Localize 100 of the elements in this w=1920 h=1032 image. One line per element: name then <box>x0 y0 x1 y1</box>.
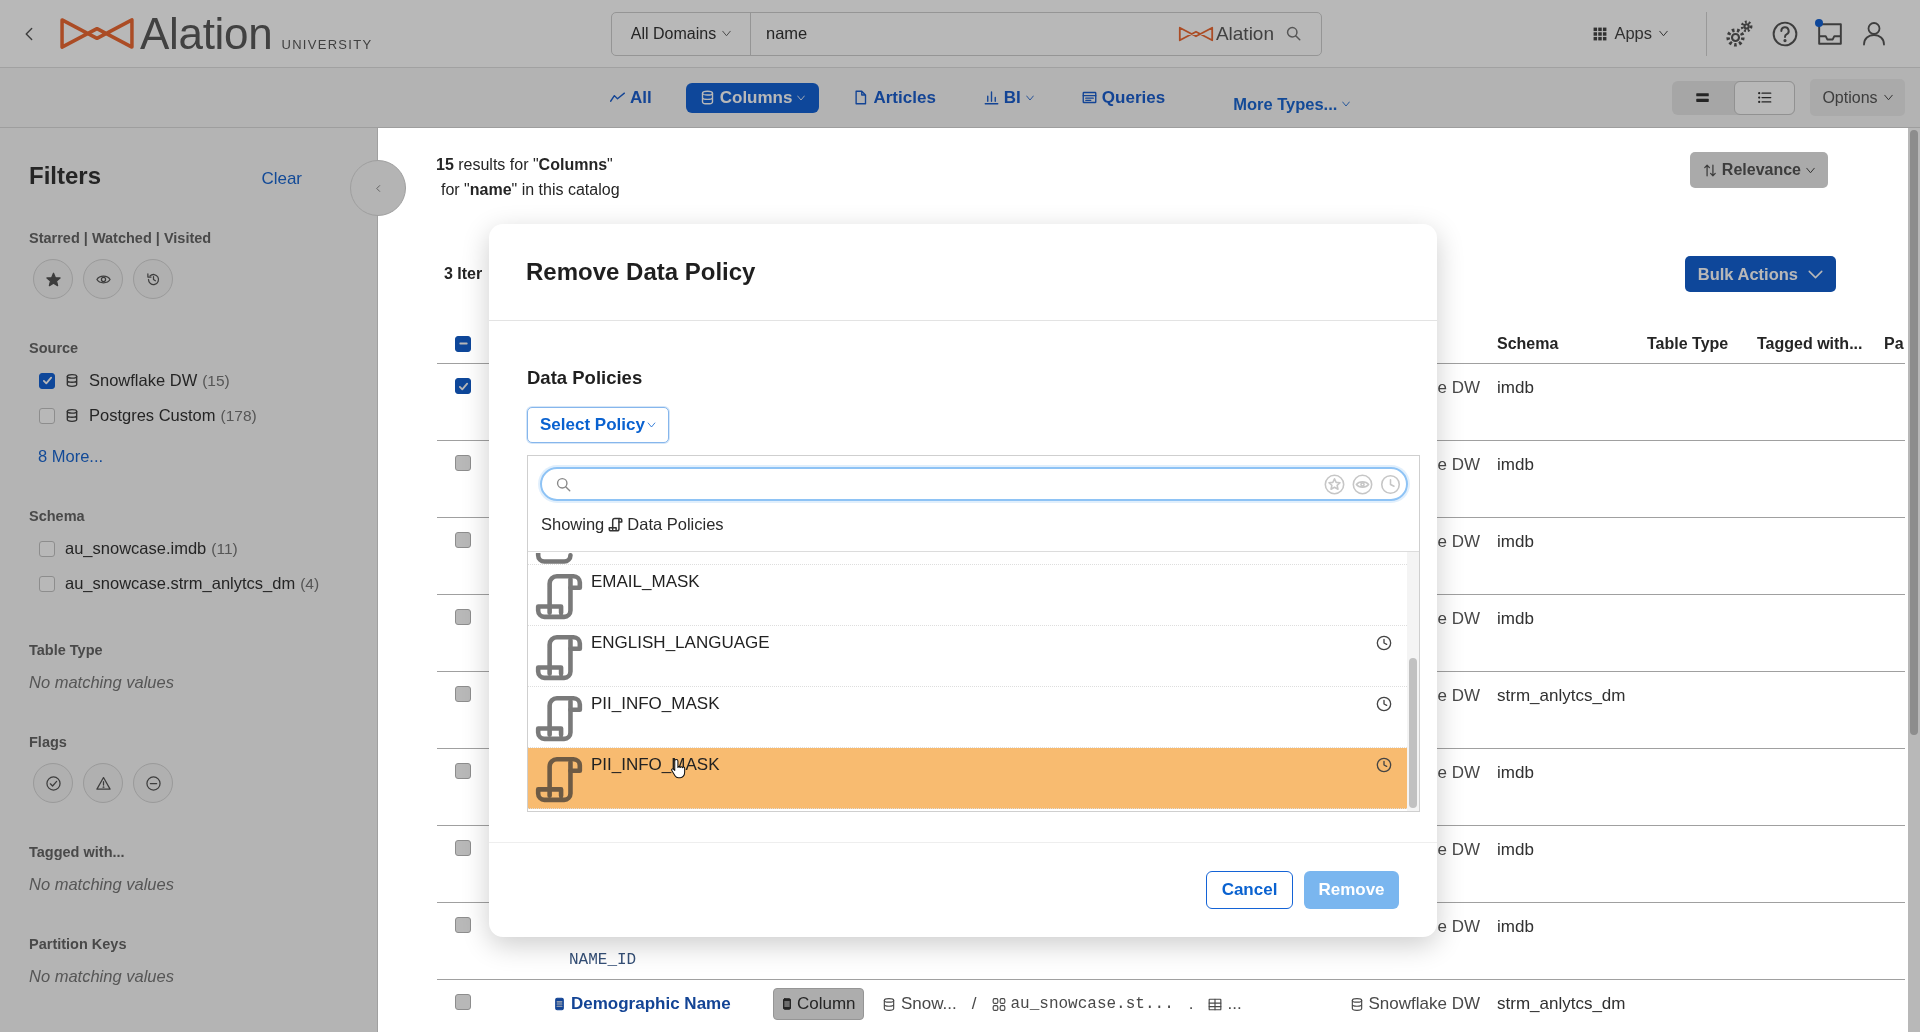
policy-option[interactable]: EMAIL_MASK <box>528 565 1407 626</box>
scroll-icon <box>608 515 624 533</box>
column-icon <box>781 996 793 1012</box>
filter-toggle-button[interactable] <box>33 763 73 803</box>
path-link[interactable]: ... <box>1208 988 1242 1020</box>
eye-icon[interactable] <box>1352 473 1373 495</box>
bar-chart-icon <box>983 90 999 105</box>
select-all-checkbox[interactable] <box>455 335 471 352</box>
filter-toggle-button[interactable] <box>133 259 173 299</box>
logo-mark-icon <box>58 17 136 50</box>
type-tab[interactable]: All <box>596 82 666 113</box>
bulk-actions-button[interactable]: Bulk Actions <box>1684 256 1836 292</box>
options-button[interactable]: Options <box>1810 79 1905 116</box>
row-checkbox[interactable] <box>455 763 471 779</box>
source-cell-text: e DW <box>1437 531 1480 553</box>
type-tab[interactable]: BI <box>969 82 1048 113</box>
checkbox[interactable] <box>39 575 55 592</box>
results-summary: 15 results for "Columns" <box>436 155 614 175</box>
schema-cell-text: strm_anlytcs_dm <box>1497 685 1626 707</box>
filter-option-label[interactable]: Postgres Custom <box>89 406 216 425</box>
inbox-icon[interactable] <box>1817 20 1843 47</box>
trend-line-icon <box>610 90 625 105</box>
sort-button[interactable]: Relevance <box>1689 152 1828 188</box>
filter-section-title: Starred | Watched | Visited <box>29 229 213 247</box>
showing-type: Data Policies <box>627 514 724 534</box>
column-header[interactable]: Pa <box>1884 334 1904 353</box>
help-icon[interactable] <box>1772 20 1798 47</box>
selection-count: 3 Iter <box>444 265 483 283</box>
schema-cell-text: imdb <box>1497 762 1534 784</box>
column-header[interactable]: Tagged with... <box>1757 334 1863 353</box>
search-icon[interactable] <box>1286 26 1301 41</box>
scrollbar-thumb[interactable] <box>1409 658 1417 808</box>
filter-option-label[interactable]: au_snowcase.strm_anlytcs_dm <box>65 574 296 593</box>
row-checkbox[interactable] <box>455 532 471 548</box>
cancel-button[interactable]: Cancel <box>1206 871 1293 909</box>
row-checkbox[interactable] <box>455 455 471 471</box>
database-icon <box>65 408 79 423</box>
clear-link[interactable]: Clear <box>261 169 302 189</box>
show-more-link[interactable]: 8 More... <box>38 445 104 467</box>
caret-icon <box>722 29 732 38</box>
type-tab[interactable]: More Types... <box>1219 88 1365 119</box>
checkmark-icon <box>40 374 54 387</box>
filter-section-title: Table Type <box>29 641 104 659</box>
sort-arrows-icon <box>1702 162 1717 178</box>
chevron-left-icon <box>374 182 382 194</box>
showing-label: Showing <box>541 514 605 534</box>
path-separator: / <box>971 993 977 1015</box>
checkbox[interactable] <box>39 407 55 424</box>
filter-toggle-button[interactable] <box>83 763 123 803</box>
filter-option-label[interactable]: Snowflake DW <box>89 371 198 390</box>
settings-icon[interactable] <box>1725 19 1753 48</box>
checkbox[interactable] <box>39 372 55 389</box>
search-icon <box>556 476 571 492</box>
asset-name-link[interactable]: Demographic Name <box>553 988 731 1020</box>
type-tab[interactable]: Columns <box>685 82 820 113</box>
column-header[interactable]: Table Type <box>1647 334 1729 353</box>
results-summary: for "name" in this catalog <box>440 180 620 200</box>
search-input[interactable]: name <box>751 12 1178 55</box>
source-cell-text: e DW <box>1437 608 1480 630</box>
row-checkbox[interactable] <box>455 994 471 1010</box>
database-icon <box>699 90 715 105</box>
scrollbar-thumb[interactable] <box>1910 130 1918 735</box>
column-icon <box>553 996 566 1012</box>
filter-toggle-button[interactable] <box>133 763 173 803</box>
row-checkbox[interactable] <box>455 378 471 394</box>
list-icon <box>1755 90 1773 105</box>
path-link[interactable]: Snow... <box>882 988 957 1020</box>
dialog-title: Remove Data Policy <box>526 258 756 286</box>
filter-section-title: Schema <box>29 507 86 525</box>
row-checkbox[interactable] <box>455 840 471 856</box>
schema-cell-text: imdb <box>1497 608 1534 630</box>
table-icon <box>1081 90 1097 105</box>
policy-option[interactable]: ENGLISH_LANGUAGE <box>528 626 1407 687</box>
filter-section-title: Partition Keys <box>29 935 128 953</box>
brand-name: Alation <box>140 11 273 56</box>
minus-circle-icon <box>145 775 161 791</box>
policy-search-field[interactable] <box>540 467 1408 501</box>
technical-name: NAME_ID <box>568 950 637 971</box>
column-header[interactable]: Schema <box>1497 334 1559 353</box>
apps-menu-button[interactable]: Apps <box>1593 24 1668 43</box>
filter-toggle-button[interactable] <box>33 259 73 299</box>
filter-option-count: (178) <box>220 406 257 425</box>
filter-option-label[interactable]: au_snowcase.imdb <box>65 539 207 558</box>
row-checkbox[interactable] <box>455 686 471 702</box>
schema-cell-text: imdb <box>1497 531 1534 553</box>
type-tab[interactable]: Queries <box>1067 82 1180 113</box>
caret-icon <box>646 421 656 429</box>
row-checkbox[interactable] <box>455 917 471 933</box>
row-checkbox[interactable] <box>455 609 471 625</box>
clock-icon[interactable] <box>1380 473 1401 495</box>
domain-dropdown[interactable]: All Domains <box>612 12 751 55</box>
filter-toggle-button[interactable] <box>83 259 123 299</box>
caret-icon <box>1806 165 1815 175</box>
path-link[interactable]: au_snowcase.st... <box>991 988 1174 1020</box>
type-tab[interactable]: Articles <box>839 82 950 113</box>
history-icon <box>145 271 161 287</box>
select-policy-dropdown[interactable]: Select Policy <box>527 407 669 443</box>
checkbox[interactable] <box>39 540 55 557</box>
brand-subtitle: UNIVERSITY <box>281 36 373 52</box>
user-icon[interactable] <box>1862 21 1886 46</box>
